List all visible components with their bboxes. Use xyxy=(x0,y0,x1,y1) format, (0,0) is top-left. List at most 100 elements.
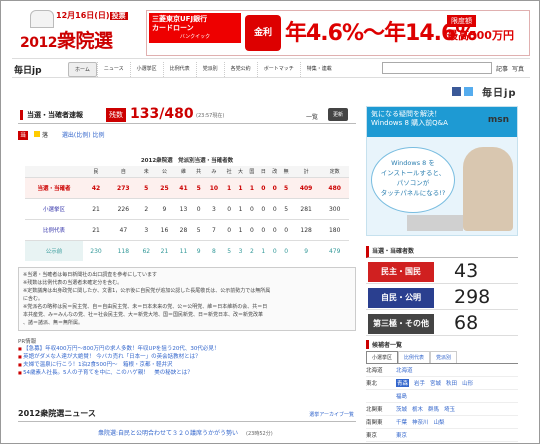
region-row: 東京 東京 xyxy=(366,429,518,442)
remaining-count: 133/480 xyxy=(130,106,194,122)
row-label[interactable]: 比例代表 xyxy=(25,219,83,241)
district-tabs: 小選挙区 比例代表 党派別 xyxy=(366,351,518,364)
prefecture-link[interactable]: 埼玉 xyxy=(444,405,455,413)
prefecture-link[interactable]: 青森 xyxy=(396,379,410,387)
table-cell: 0 xyxy=(257,198,270,220)
candidate-summary-row[interactable]: 民主・国民 43 xyxy=(366,260,518,284)
prefecture-link[interactable]: 宮城 xyxy=(430,379,441,387)
table-cell: 180 xyxy=(320,219,349,241)
logo-title: 2012衆院選 xyxy=(20,30,113,52)
table-cell: 0 xyxy=(223,198,235,220)
tab-pledges[interactable]: 各党公約 xyxy=(223,62,257,77)
table-cell: 1 xyxy=(234,177,247,199)
facebook-icon[interactable] xyxy=(452,87,461,96)
column-header: 民 xyxy=(83,166,110,178)
remaining-badge: 残数 xyxy=(106,108,126,122)
news-item[interactable]: 衆院選:自民と公明合わせて３２０議席うかがう勢い (23時52分) xyxy=(98,428,273,437)
row-label[interactable]: 公示前 xyxy=(25,240,83,261)
search-input[interactable] xyxy=(381,62,492,74)
news-item-title[interactable]: 衆院選:自民と公明合わせて３２０議席うかがう勢い xyxy=(98,430,238,437)
tab-district[interactable]: 小選挙区 xyxy=(129,62,163,77)
ad-limit: 限度額 最高500万円 xyxy=(447,15,514,42)
prefecture-link[interactable]: 秋田 xyxy=(446,379,457,387)
ad-person-image xyxy=(463,147,513,231)
results-header: 当選・当確者速報 残数 133/480 (23:57現在) 一覧 更新 xyxy=(18,106,356,124)
candidates-heading: 当選・当確者数 xyxy=(366,246,518,258)
prefecture-link[interactable]: 福島 xyxy=(396,392,407,400)
candidate-summary-row[interactable]: 第三極・その他 68 xyxy=(366,312,518,336)
table-cell: 3 xyxy=(204,198,224,220)
column-header: 定数 xyxy=(320,166,349,178)
table-cell: 0 xyxy=(257,219,270,241)
pr-link[interactable]: 夫婦で温泉に行こう！1泊2食500円〜 箱根・京都・軽井沢 xyxy=(18,361,356,369)
prefecture-link[interactable]: 北海道 xyxy=(396,366,413,374)
row-label[interactable]: 小選挙区 xyxy=(25,198,83,220)
row-label: 当選・当確者 xyxy=(25,177,83,199)
prefecture-link[interactable]: 群馬 xyxy=(428,405,439,413)
column-header: 無 xyxy=(280,166,292,178)
table-cell: 28 xyxy=(173,219,193,241)
table-cell: 479 xyxy=(320,240,349,261)
prefecture-link[interactable]: 神奈川 xyxy=(412,418,429,426)
tab-news[interactable]: ニュース xyxy=(96,62,130,77)
archive-link[interactable]: 選挙アーカイブ一覧 xyxy=(309,411,354,418)
table-cell: 128 xyxy=(291,219,321,241)
update-button[interactable]: 更新 xyxy=(328,108,349,121)
search-articles-link[interactable]: 記事 xyxy=(496,64,508,73)
table-cell: 21 xyxy=(83,198,110,220)
pr-link[interactable]: 54歳素人社長。5人の子育てを中に、このハゲ親！ 美の秘訣とは？ xyxy=(18,369,356,377)
filter-lost[interactable]: 落 xyxy=(42,132,48,139)
search-photos-link[interactable]: 写真 xyxy=(512,64,524,73)
table-cell: 281 xyxy=(291,198,321,220)
table-cell: 5 xyxy=(137,177,155,199)
prefecture-link[interactable]: 山梨 xyxy=(434,418,445,426)
prefecture-link[interactable]: 茨城 xyxy=(396,405,407,413)
tab-by-party[interactable]: 党派別 xyxy=(430,351,458,363)
pr-link[interactable]: 【急募】年収400万円〜800万円の求人多数！年収UPを狙う20代、30代必見！ xyxy=(18,345,356,353)
column-header: 社 xyxy=(223,166,235,178)
list-link[interactable]: 一覧 xyxy=(306,112,318,121)
tab-single-district[interactable]: 小選挙区 xyxy=(366,351,399,363)
tab-proportional[interactable]: 比例代表 xyxy=(162,62,196,77)
region-row: 東北 青森 岩手 宮城 秋田 山形 xyxy=(366,377,518,390)
table-cell: 1 xyxy=(246,177,258,199)
table-row: 公示前 230 118 62 21 11 9 8 5 3 2 1 0 0 9 479 xyxy=(25,240,349,261)
table-cell: 9 xyxy=(291,240,321,261)
msn-ad[interactable]: 気になる疑問を解決！ Windows 8 購入前Q&A msn Windows … xyxy=(366,106,518,236)
bloc-label: 民主・国民 xyxy=(368,262,434,282)
election-logo[interactable]: 12月16日(日) 投票 2012衆院選 xyxy=(12,8,142,56)
column-header: 日 xyxy=(257,166,270,178)
region-row: 福島 xyxy=(366,390,518,403)
filter-elected[interactable]: 当 xyxy=(18,131,29,140)
table-row: 比例代表 21 47 3 16 28 5 7 0 1 0 0 0 0 128 180 xyxy=(25,219,349,241)
table-cell: 300 xyxy=(320,198,349,220)
results-panel: 当選・当確者速報 残数 133/480 (23:57現在) 一覧 更新 当 落 … xyxy=(18,106,356,377)
tab-home[interactable]: ホーム xyxy=(68,62,97,77)
tab-features[interactable]: 特集・連載 xyxy=(299,62,338,77)
site-logo[interactable]: 毎日jp xyxy=(14,63,42,76)
table-cell: 3 xyxy=(234,240,247,261)
tab-votematch[interactable]: ボートマッチ xyxy=(256,62,300,77)
global-nav: 毎日jp ホーム ニュース 小選挙区 比例代表 党派別 各党公約 ボートマッチ … xyxy=(12,58,530,78)
prefecture-link[interactable]: 山形 xyxy=(462,379,473,387)
msn-logo: msn xyxy=(487,115,509,125)
ad-bank-name: 三菱東京UFJ銀行 カードローン バンクイック xyxy=(149,13,241,43)
candidate-summary-row[interactable]: 自民・公明 298 xyxy=(366,286,518,310)
region-row: 南関東 千葉 神奈川 山梨 xyxy=(366,416,518,429)
prefecture-link[interactable]: 東京 xyxy=(396,431,407,439)
prefecture-link[interactable]: 千葉 xyxy=(396,418,407,426)
table-cell: 5 xyxy=(192,177,205,199)
filter-proportional[interactable]: 選出(比例) 比例 xyxy=(62,132,105,139)
bank-ad-banner[interactable]: 三菱東京UFJ銀行 カードローン バンクイック 金利 年4.6%〜年14.6% … xyxy=(146,10,530,56)
table-caption: 2012衆院選 党派別当選・当確者数 xyxy=(140,158,234,164)
filter-checkbox[interactable] xyxy=(33,131,40,137)
pr-link[interactable]: 英語がダメな人達が大絶賛！ 今バカ売れ「日本一」の英会話教材とは？ xyxy=(18,353,356,361)
prefecture-link[interactable]: 栃木 xyxy=(412,405,423,413)
tab-party[interactable]: 党派別 xyxy=(195,62,224,77)
prefecture-link[interactable]: 岩手 xyxy=(414,379,425,387)
mainichi-logo[interactable]: 毎日jp xyxy=(482,84,517,99)
twitter-icon[interactable] xyxy=(464,87,473,96)
region-name: 東北 xyxy=(366,381,378,387)
tab-proportional-list[interactable]: 比例代表 xyxy=(398,351,431,363)
bloc-count: 68 xyxy=(454,312,479,334)
